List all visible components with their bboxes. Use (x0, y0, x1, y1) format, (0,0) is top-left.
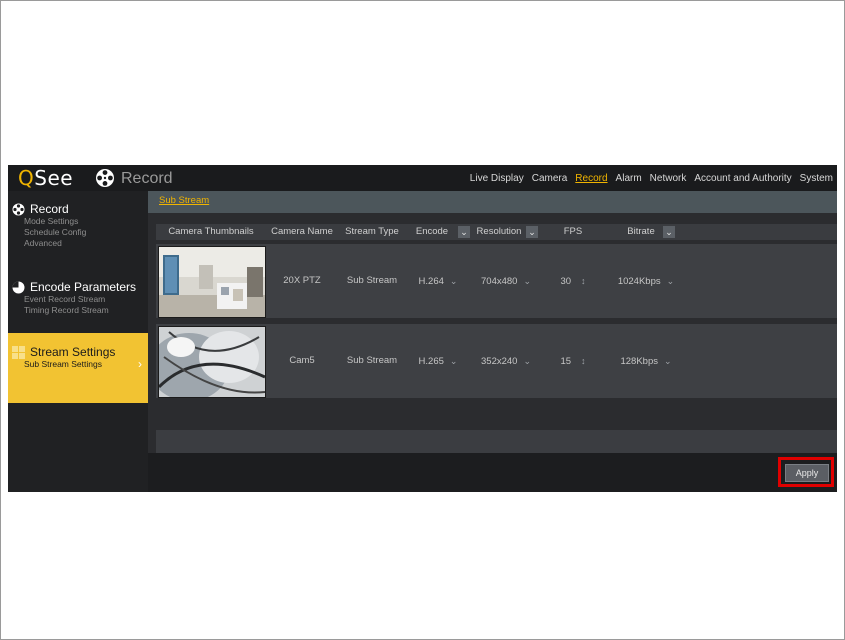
sidebar-item-sub-stream-settings[interactable]: Sub Stream Settings (8, 359, 148, 370)
tab-sub-stream[interactable]: Sub Stream (159, 195, 209, 206)
sidebar-section-stream-settings[interactable]: Stream Settings Sub Stream Settings › (8, 333, 148, 403)
fps-stepper[interactable]: 15 ↕ (540, 324, 606, 398)
film-reel-icon (12, 203, 25, 215)
nav-camera[interactable]: Camera (532, 173, 568, 184)
sidebar: Record Mode Settings Schedule Config Adv… (8, 191, 148, 492)
grid-icon (12, 345, 25, 359)
table-row: Cam5 Sub Stream H.265 ⌄ 352x240 ⌄ 15 ↕ 128K… (156, 324, 837, 398)
sidebar-encode-header[interactable]: Encode Parameters (8, 280, 148, 294)
sidebar-record-title: Record (30, 202, 69, 216)
nav-system[interactable]: System (800, 173, 833, 184)
fps-value: 15 (560, 356, 572, 367)
nav-account-authority[interactable]: Account and Authority (694, 173, 791, 184)
camera-thumbnail-20x-ptz[interactable] (158, 246, 266, 318)
camera-thumbnail-cam5[interactable] (158, 326, 266, 398)
camera-name: 20X PTZ (283, 275, 321, 286)
chevron-down-icon: ⌄ (449, 356, 458, 366)
fps-stepper[interactable]: 30 ↕ (540, 244, 606, 318)
col-stream-type: Stream Type (345, 226, 399, 237)
encode-dropdown-chevron-down-icon[interactable]: ⌄ (458, 226, 470, 238)
qsee-logo: QSee (18, 165, 73, 191)
sidebar-item-schedule-config[interactable]: Schedule Config (8, 227, 148, 238)
col-resolution: Resolution (476, 226, 522, 237)
spinner-arrows-icon[interactable]: ↕ (581, 276, 586, 286)
nav-alarm[interactable]: Alarm (616, 173, 642, 184)
bitrate-select[interactable]: 1024Kbps ⌄ (606, 244, 686, 318)
encode-value: H.265 (418, 356, 444, 367)
sidebar-item-mode-settings[interactable]: Mode Settings (8, 216, 148, 227)
sidebar-stream-header[interactable]: Stream Settings (8, 333, 148, 359)
chevron-down-icon: ⌄ (449, 276, 458, 286)
palette-icon (12, 281, 25, 293)
chevron-down-icon: ⌄ (663, 356, 672, 366)
main-nav: Live Display Camera Record Alarm Network… (462, 165, 837, 191)
resolution-value: 352x240 (481, 356, 518, 367)
sidebar-stream-title: Stream Settings (30, 345, 116, 359)
sidebar-encode-title: Encode Parameters (30, 280, 137, 294)
stream-type: Sub Stream (346, 355, 398, 366)
chevron-right-icon: › (138, 357, 142, 371)
sub-tab-bar: Sub Stream (148, 191, 837, 213)
footer-bar: Apply (148, 453, 837, 492)
col-fps: FPS (563, 226, 583, 237)
resolution-select[interactable]: 704x480 ⌄ (472, 244, 540, 318)
apply-button[interactable]: Apply (785, 464, 829, 482)
col-encode: Encode (415, 226, 449, 237)
fisheye-scene-image (159, 327, 265, 397)
spinner-arrows-icon[interactable]: ↕ (581, 356, 586, 366)
sidebar-section-record: Record Mode Settings Schedule Config Adv… (8, 202, 148, 249)
bitrate-value: 1024Kbps (617, 276, 661, 287)
encode-select[interactable]: H.265 ⌄ (406, 324, 470, 398)
chevron-down-icon: ⌄ (523, 356, 531, 366)
col-camera-name: Camera Name (271, 226, 333, 237)
sidebar-item-event-record-stream[interactable]: Event Record Stream (8, 294, 148, 305)
resolution-select[interactable]: 352x240 ⌄ (472, 324, 540, 398)
sidebar-item-timing-record-stream[interactable]: Timing Record Stream (8, 305, 148, 316)
logo-q: Q (18, 166, 35, 190)
chevron-down-icon: ⌄ (523, 276, 531, 286)
fps-value: 30 (560, 276, 572, 287)
sidebar-item-advanced[interactable]: Advanced (8, 238, 148, 249)
nav-network[interactable]: Network (650, 173, 687, 184)
nav-live-display[interactable]: Live Display (470, 173, 524, 184)
bitrate-dropdown-chevron-down-icon[interactable]: ⌄ (663, 226, 675, 238)
sidebar-record-header[interactable]: Record (8, 202, 148, 216)
camera-name: Cam5 (289, 355, 315, 366)
sidebar-section-encode-parameters: Encode Parameters Event Record Stream Ti… (8, 280, 148, 316)
office-scene-image (159, 247, 265, 317)
logo-rest: See (34, 166, 74, 190)
apply-highlight-box: Apply (778, 457, 834, 487)
resolution-value: 704x480 (481, 276, 518, 287)
nvr-app-window: QSee Record Live Display Camera Record A… (8, 165, 837, 492)
bitrate-select[interactable]: 128Kbps ⌄ (606, 324, 686, 398)
nav-record[interactable]: Record (575, 173, 607, 184)
page-title: Record (121, 170, 173, 187)
top-bar: QSee Record Live Display Camera Record A… (8, 165, 837, 191)
resolution-dropdown-chevron-down-icon[interactable]: ⌄ (526, 226, 538, 238)
main-content: Sub Stream Camera Thumbnails Camera Name… (148, 191, 837, 492)
stream-type: Sub Stream (346, 275, 398, 286)
chevron-down-icon: ⌄ (666, 276, 675, 286)
table-header: Camera Thumbnails Camera Name Stream Typ… (156, 224, 837, 240)
encode-select[interactable]: H.264 ⌄ (406, 244, 470, 318)
film-reel-icon (96, 169, 114, 187)
bitrate-value: 128Kbps (620, 356, 658, 367)
col-camera-thumbnails: Camera Thumbnails (168, 226, 254, 237)
table-row: 20X PTZ Sub Stream H.264 ⌄ 704x480 ⌄ 30 ↕ 1… (156, 244, 837, 318)
encode-value: H.264 (418, 276, 444, 287)
